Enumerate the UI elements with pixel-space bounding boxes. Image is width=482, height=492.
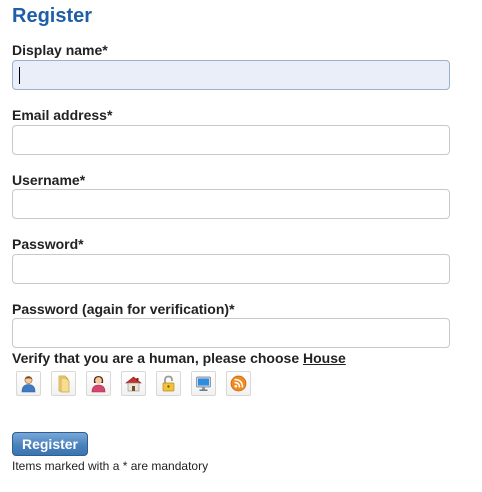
username-label: Username* — [12, 171, 85, 189]
required-mark: * — [79, 172, 86, 188]
captcha-target-word: House — [303, 350, 346, 366]
password-label: Password* — [12, 235, 84, 253]
email-address-label-text: Email address — [12, 107, 107, 123]
captcha-icon-choices — [16, 371, 251, 396]
display-name-label: Display name* — [12, 41, 108, 59]
mandatory-note: Items marked with a * are mandatory — [12, 459, 209, 473]
email-address-field[interactable] — [12, 125, 450, 155]
lock-icon — [162, 375, 175, 392]
password-label-text: Password — [12, 236, 79, 252]
captcha-choice-lock[interactable] — [156, 371, 181, 396]
user-female-icon — [91, 376, 106, 393]
username-label-text: Username — [12, 172, 80, 188]
display-name-label-text: Display name — [12, 42, 103, 58]
required-mark: * — [102, 42, 108, 58]
password-verify-field[interactable] — [12, 318, 450, 348]
house-icon — [125, 376, 142, 392]
page-title: Register — [12, 5, 93, 27]
password-verify-label: Password (again for verification)* — [12, 300, 235, 318]
captcha-choice-rss-feed[interactable] — [226, 371, 251, 396]
captcha-prompt: Verify that you are a human, please choo… — [12, 349, 346, 367]
user-icon — [21, 376, 36, 393]
text-caret — [19, 67, 20, 84]
username-field[interactable] — [12, 189, 450, 219]
captcha-choice-folder[interactable] — [51, 371, 76, 396]
captcha-choice-monitor[interactable] — [191, 371, 216, 396]
captcha-prompt-text: Verify that you are a human, please choo… — [12, 350, 300, 366]
register-button[interactable]: Register — [12, 432, 88, 456]
display-name-field[interactable] — [12, 60, 450, 90]
captcha-choice-house[interactable] — [121, 371, 146, 396]
rss-feed-icon — [230, 375, 247, 392]
folder-icon — [58, 375, 70, 393]
email-address-label: Email address* — [12, 106, 112, 124]
captcha-choice-user[interactable] — [16, 371, 41, 396]
captcha-choice-user-female[interactable] — [86, 371, 111, 396]
password-field[interactable] — [12, 254, 450, 284]
monitor-icon — [196, 376, 211, 391]
required-mark: * — [106, 107, 113, 123]
password-verify-label-text: Password (again for verification) — [12, 301, 230, 317]
required-mark: * — [78, 236, 84, 252]
required-mark: * — [229, 301, 235, 317]
